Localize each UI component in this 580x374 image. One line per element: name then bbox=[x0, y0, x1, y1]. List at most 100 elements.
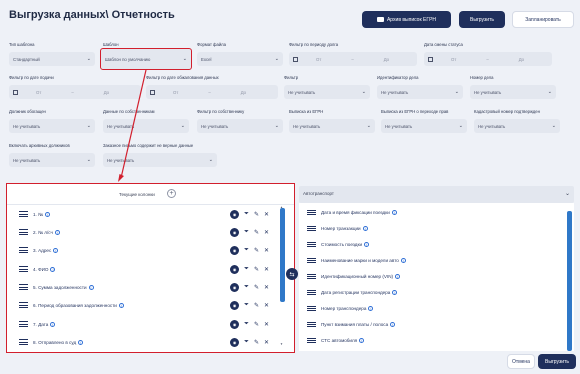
column-label: 5. Сумма задолженности bbox=[33, 284, 87, 290]
drag-handle-icon[interactable] bbox=[307, 304, 316, 312]
filter-icon[interactable]: ⏷ bbox=[244, 284, 249, 291]
drag-handle-icon[interactable] bbox=[307, 336, 316, 344]
available-row[interactable]: Стоимость поездки i bbox=[299, 237, 574, 252]
edit-icon[interactable]: ✎ bbox=[254, 266, 259, 273]
info-icon[interactable]: i bbox=[392, 290, 398, 295]
info-icon[interactable]: i bbox=[50, 321, 56, 327]
filter-icon[interactable]: ⏷ bbox=[244, 321, 249, 328]
info-icon[interactable]: i bbox=[390, 322, 396, 327]
close-icon[interactable]: ✕ bbox=[264, 247, 269, 254]
available-row[interactable]: Пункт взимания платы / полоса i bbox=[299, 317, 574, 332]
filter-icon[interactable]: ⏷ bbox=[244, 266, 249, 273]
filter-icon[interactable]: ⏷ bbox=[244, 229, 249, 236]
edit-icon[interactable]: ✎ bbox=[254, 321, 259, 328]
footer-export-button[interactable]: Выгрузить bbox=[538, 354, 576, 369]
drag-handle-icon[interactable] bbox=[307, 288, 316, 296]
filter-icon[interactable]: ⏷ bbox=[244, 211, 249, 218]
drag-handle-icon[interactable] bbox=[307, 320, 316, 328]
available-row[interactable]: Идентификационный номер (VIN) i bbox=[299, 269, 574, 284]
settings-icon[interactable]: ◉ bbox=[230, 209, 240, 219]
available-row[interactable]: Номер транспондера i bbox=[299, 301, 574, 316]
settings-icon[interactable]: ◉ bbox=[230, 319, 240, 329]
column-label: 2. № л/сч bbox=[33, 229, 53, 235]
close-icon[interactable]: ✕ bbox=[264, 266, 269, 273]
drag-handle-icon[interactable] bbox=[19, 320, 28, 328]
info-icon[interactable]: i bbox=[50, 266, 56, 272]
info-icon[interactable]: i bbox=[54, 229, 60, 235]
edit-icon[interactable]: ✎ bbox=[254, 339, 259, 346]
column-row[interactable]: 3. Адрес i ◉ ⏷ ✎ ✕ bbox=[7, 241, 294, 259]
info-icon[interactable]: i bbox=[45, 211, 51, 217]
drag-handle-icon[interactable] bbox=[19, 228, 28, 236]
filter-icon[interactable]: ⏷ bbox=[244, 247, 249, 254]
available-label: Идентификационный номер (VIN) bbox=[321, 274, 394, 279]
settings-icon[interactable]: ◉ bbox=[230, 282, 240, 292]
scrollbar-thumb[interactable] bbox=[280, 208, 285, 302]
drag-handle-icon[interactable] bbox=[19, 338, 28, 346]
column-row[interactable]: 7. Дата i ◉ ⏷ ✎ ✕ bbox=[7, 315, 294, 333]
close-icon[interactable]: ✕ bbox=[264, 321, 269, 328]
info-icon[interactable]: i bbox=[359, 338, 365, 343]
info-icon[interactable]: i bbox=[78, 339, 84, 345]
settings-icon[interactable]: ◉ bbox=[230, 245, 240, 255]
column-row[interactable]: 6. Период образования задолженности i ◉ ⏷ ✎… bbox=[7, 296, 294, 314]
info-icon[interactable]: i bbox=[88, 284, 94, 290]
settings-icon[interactable]: ◉ bbox=[230, 264, 240, 274]
close-icon[interactable]: ✕ bbox=[264, 284, 269, 291]
close-icon[interactable]: ✕ bbox=[264, 302, 269, 309]
available-row[interactable]: Дата и время фиксации поездки i bbox=[299, 205, 574, 220]
settings-icon[interactable]: ◉ bbox=[230, 227, 240, 237]
settings-icon[interactable]: ◉ bbox=[230, 337, 240, 347]
filter-icon[interactable]: ⏷ bbox=[244, 339, 249, 346]
edit-icon[interactable]: ✎ bbox=[254, 229, 259, 236]
info-icon[interactable]: i bbox=[368, 306, 374, 311]
drag-handle-icon[interactable] bbox=[19, 265, 28, 273]
info-icon[interactable]: i bbox=[362, 226, 368, 231]
cancel-button[interactable]: Отмена bbox=[507, 354, 535, 369]
drag-handle-icon[interactable] bbox=[19, 246, 28, 254]
close-icon[interactable]: ✕ bbox=[264, 339, 269, 346]
filter-icon[interactable]: ⏷ bbox=[244, 302, 249, 309]
available-row[interactable]: Номер транзакции i bbox=[299, 221, 574, 236]
drag-handle-icon[interactable] bbox=[307, 240, 316, 248]
info-icon[interactable]: i bbox=[391, 210, 397, 215]
scroll-down-icon[interactable]: ▼ bbox=[280, 342, 283, 346]
column-row[interactable]: 8. Отправлено в суд i ◉ ⏷ ✎ ✕ bbox=[7, 333, 294, 351]
settings-icon[interactable]: ◉ bbox=[230, 300, 240, 310]
category-select[interactable]: Автотранспорт ⌄ bbox=[299, 186, 574, 203]
column-row[interactable]: 2. № л/сч i ◉ ⏷ ✎ ✕ bbox=[7, 223, 294, 241]
drag-handle-icon[interactable] bbox=[19, 301, 28, 309]
close-icon[interactable]: ✕ bbox=[264, 211, 269, 218]
scroll-up-icon[interactable]: ▲ bbox=[280, 205, 283, 209]
column-label: 3. Адрес bbox=[33, 247, 52, 253]
scrollbar-thumb[interactable] bbox=[567, 211, 572, 351]
edit-icon[interactable]: ✎ bbox=[254, 302, 259, 309]
edit-icon[interactable]: ✎ bbox=[254, 284, 259, 291]
info-icon[interactable]: i bbox=[364, 242, 370, 247]
drag-handle-icon[interactable] bbox=[307, 256, 316, 264]
info-icon[interactable]: i bbox=[400, 258, 406, 263]
close-icon[interactable]: ✕ bbox=[264, 229, 269, 236]
info-icon[interactable]: i bbox=[118, 302, 124, 308]
drag-handle-icon[interactable] bbox=[307, 208, 316, 216]
drag-handle-icon[interactable] bbox=[19, 210, 28, 218]
available-row[interactable]: Наименование марки и модели авто i bbox=[299, 253, 574, 268]
drag-handle-icon[interactable] bbox=[19, 283, 28, 291]
available-row[interactable]: Дата регистрации транспондера i bbox=[299, 285, 574, 300]
swap-icon[interactable]: ⇆ bbox=[286, 268, 298, 280]
info-icon[interactable]: i bbox=[53, 247, 59, 253]
column-row[interactable]: 4. ФИО i ◉ ⏷ ✎ ✕ bbox=[7, 260, 294, 278]
available-label: СТС автомобиля bbox=[321, 338, 358, 343]
edit-icon[interactable]: ✎ bbox=[254, 211, 259, 218]
row-actions: ◉ ⏷ ✎ ✕ bbox=[230, 227, 269, 237]
drag-handle-icon[interactable] bbox=[307, 272, 316, 280]
available-row[interactable]: СТС автомобиля i bbox=[299, 333, 574, 348]
column-row[interactable]: 1. № i ◉ ⏷ ✎ ✕ bbox=[7, 205, 294, 223]
drag-handle-icon[interactable] bbox=[307, 224, 316, 232]
available-label: Номер транспондера bbox=[321, 306, 367, 311]
current-columns-title: Текущие колонки bbox=[119, 192, 155, 197]
info-icon[interactable]: i bbox=[395, 274, 401, 279]
column-row[interactable]: 5. Сумма задолженности i ◉ ⏷ ✎ ✕ bbox=[7, 278, 294, 296]
edit-icon[interactable]: ✎ bbox=[254, 247, 259, 254]
add-column-icon[interactable]: + bbox=[167, 189, 176, 198]
